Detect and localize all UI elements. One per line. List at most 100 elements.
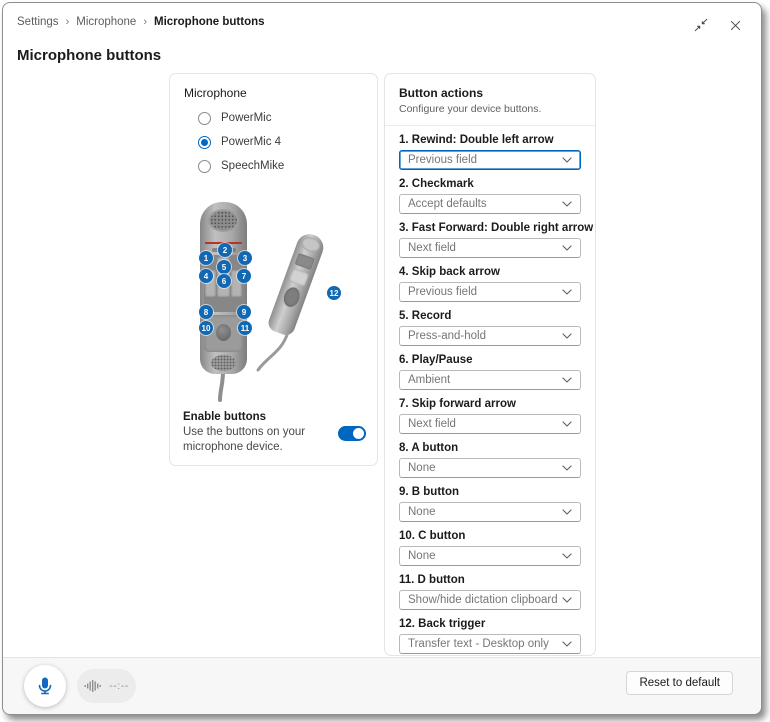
select-value: Previous field (408, 286, 477, 298)
chevron-down-icon (562, 377, 572, 383)
action-label: 8. A button (399, 442, 581, 454)
radio-icon (198, 112, 211, 125)
select-value: Next field (408, 242, 456, 254)
action-group: 11. D button Show/hide dictation clipboar… (399, 574, 581, 610)
close-icon (729, 19, 742, 32)
chevron-down-icon (562, 465, 572, 471)
chevron-down-icon (562, 553, 572, 559)
radio-icon (198, 160, 211, 173)
chevron-down-icon (562, 289, 572, 295)
chevron-down-icon (562, 509, 572, 515)
action-select[interactable]: Next field (399, 414, 581, 434)
select-value: Press-and-hold (408, 330, 486, 342)
enable-buttons-label: Enable buttons (183, 411, 330, 423)
bottom-bar: --:-- Reset to default (3, 657, 761, 714)
action-label: 9. B button (399, 486, 581, 498)
select-value: Show/hide dictation clipboard (408, 594, 558, 606)
device-illustration: 123456789101112 (170, 194, 377, 404)
settings-window: Settings › Microphone › Microphone butto… (2, 2, 762, 715)
action-select[interactable]: None (399, 546, 581, 566)
chevron-down-icon (562, 597, 572, 603)
collapse-window-button[interactable] (689, 13, 713, 37)
button-actions-panel: Button actions Configure your device but… (384, 73, 596, 656)
select-value: None (408, 462, 436, 474)
action-select[interactable]: None (399, 502, 581, 522)
page-title: Microphone buttons (17, 47, 161, 64)
action-select[interactable]: Transfer text - Desktop only (399, 634, 581, 654)
device-button-badge: 10 (199, 321, 213, 335)
chevron-down-icon (562, 333, 572, 339)
button-actions-list: 1. Rewind: Double left arrow Previous fie… (399, 134, 581, 654)
action-select[interactable]: Press-and-hold (399, 326, 581, 346)
action-select[interactable]: Previous field (399, 150, 581, 170)
action-group: 7. Skip forward arrowNext field (399, 398, 581, 434)
device-button-badge: 7 (237, 269, 251, 283)
chevron-down-icon (562, 641, 572, 647)
microphone-icon (35, 676, 55, 696)
radio-option-powermic-4[interactable]: PowerMic 4 (198, 130, 284, 154)
timer-display: --:-- (109, 680, 128, 692)
action-select[interactable]: Previous field (399, 282, 581, 302)
action-select[interactable]: Accept defaults (399, 194, 581, 214)
device-button-badge: 12 (327, 286, 341, 300)
device-button-badge: 6 (217, 274, 231, 288)
radio-label: PowerMic (221, 112, 271, 124)
action-select[interactable]: None (399, 458, 581, 478)
action-label: 10. C button (399, 530, 581, 542)
breadcrumb-settings[interactable]: Settings (17, 16, 59, 28)
enable-buttons-description: Use the buttons on your microphone devic… (183, 425, 330, 455)
enable-buttons-toggle[interactable] (338, 426, 366, 441)
radio-option-powermic[interactable]: PowerMic (198, 106, 284, 130)
breadcrumb: Settings › Microphone › Microphone butto… (17, 16, 265, 28)
breadcrumb-microphone-buttons: Microphone buttons (154, 16, 265, 28)
action-label: 1. Rewind: Double left arrow (399, 134, 581, 146)
device-button-badge: 8 (199, 305, 213, 319)
action-label: 11. D button (399, 574, 581, 586)
action-label: 2. Checkmark (399, 178, 581, 190)
device-button-badge: 4 (199, 269, 213, 283)
action-group: 3. Fast Forward: Double right arrow Next … (399, 222, 581, 258)
action-label: 12. Back trigger (399, 618, 581, 630)
action-label: 5. Record (399, 310, 581, 322)
powermic-side-view (266, 231, 327, 338)
titlebar: Settings › Microphone › Microphone butto… (3, 3, 761, 43)
chevron-down-icon (562, 201, 572, 207)
device-button-badge: 11 (238, 321, 252, 335)
chevron-down-icon (562, 157, 572, 163)
action-label: 3. Fast Forward: Double right arrow (399, 222, 581, 234)
action-select[interactable]: Next field (399, 238, 581, 258)
action-group: 4. Skip back arrowPrevious field (399, 266, 581, 302)
button-actions-title: Button actions (399, 86, 581, 100)
bottom-grille (211, 355, 236, 371)
radio-icon (198, 136, 211, 149)
action-group: 9. B button None (399, 486, 581, 522)
action-group: 8. A button None (399, 442, 581, 478)
device-button-badge: 3 (238, 251, 252, 265)
breadcrumb-chevron-icon: › (66, 16, 70, 28)
breadcrumb-chevron-icon: › (143, 16, 147, 28)
chevron-down-icon (562, 245, 572, 251)
select-value: Ambient (408, 374, 450, 386)
device-button-badge: 1 (199, 251, 213, 265)
waveform-icon (84, 679, 104, 693)
radio-label: PowerMic 4 (221, 136, 281, 148)
action-group: 5. Record Press-and-hold (399, 310, 581, 346)
microphone-button[interactable] (24, 665, 66, 707)
device-button-badge: 5 (217, 260, 231, 274)
action-select[interactable]: Show/hide dictation clipboard (399, 590, 581, 610)
action-group: 1. Rewind: Double left arrow Previous fie… (399, 134, 581, 170)
select-value: Transfer text - Desktop only (408, 638, 549, 650)
device-button-badge: 9 (237, 305, 251, 319)
action-group: 6. Play/PauseAmbient (399, 354, 581, 390)
radio-option-speechmike[interactable]: SpeechMike (198, 154, 284, 178)
action-group: 2. Checkmark Accept defaults (399, 178, 581, 214)
reset-to-default-button[interactable]: Reset to default (626, 671, 733, 695)
microphone-group-label: Microphone (184, 86, 247, 100)
action-select[interactable]: Ambient (399, 370, 581, 390)
button-actions-subtitle: Configure your device buttons. (399, 103, 581, 115)
microphone-panel: Microphone PowerMic PowerMic 4 SpeechMike (169, 73, 378, 466)
radio-label: SpeechMike (221, 160, 284, 172)
close-button[interactable] (723, 13, 747, 37)
breadcrumb-microphone[interactable]: Microphone (76, 16, 136, 28)
speaker-grille (208, 209, 239, 232)
